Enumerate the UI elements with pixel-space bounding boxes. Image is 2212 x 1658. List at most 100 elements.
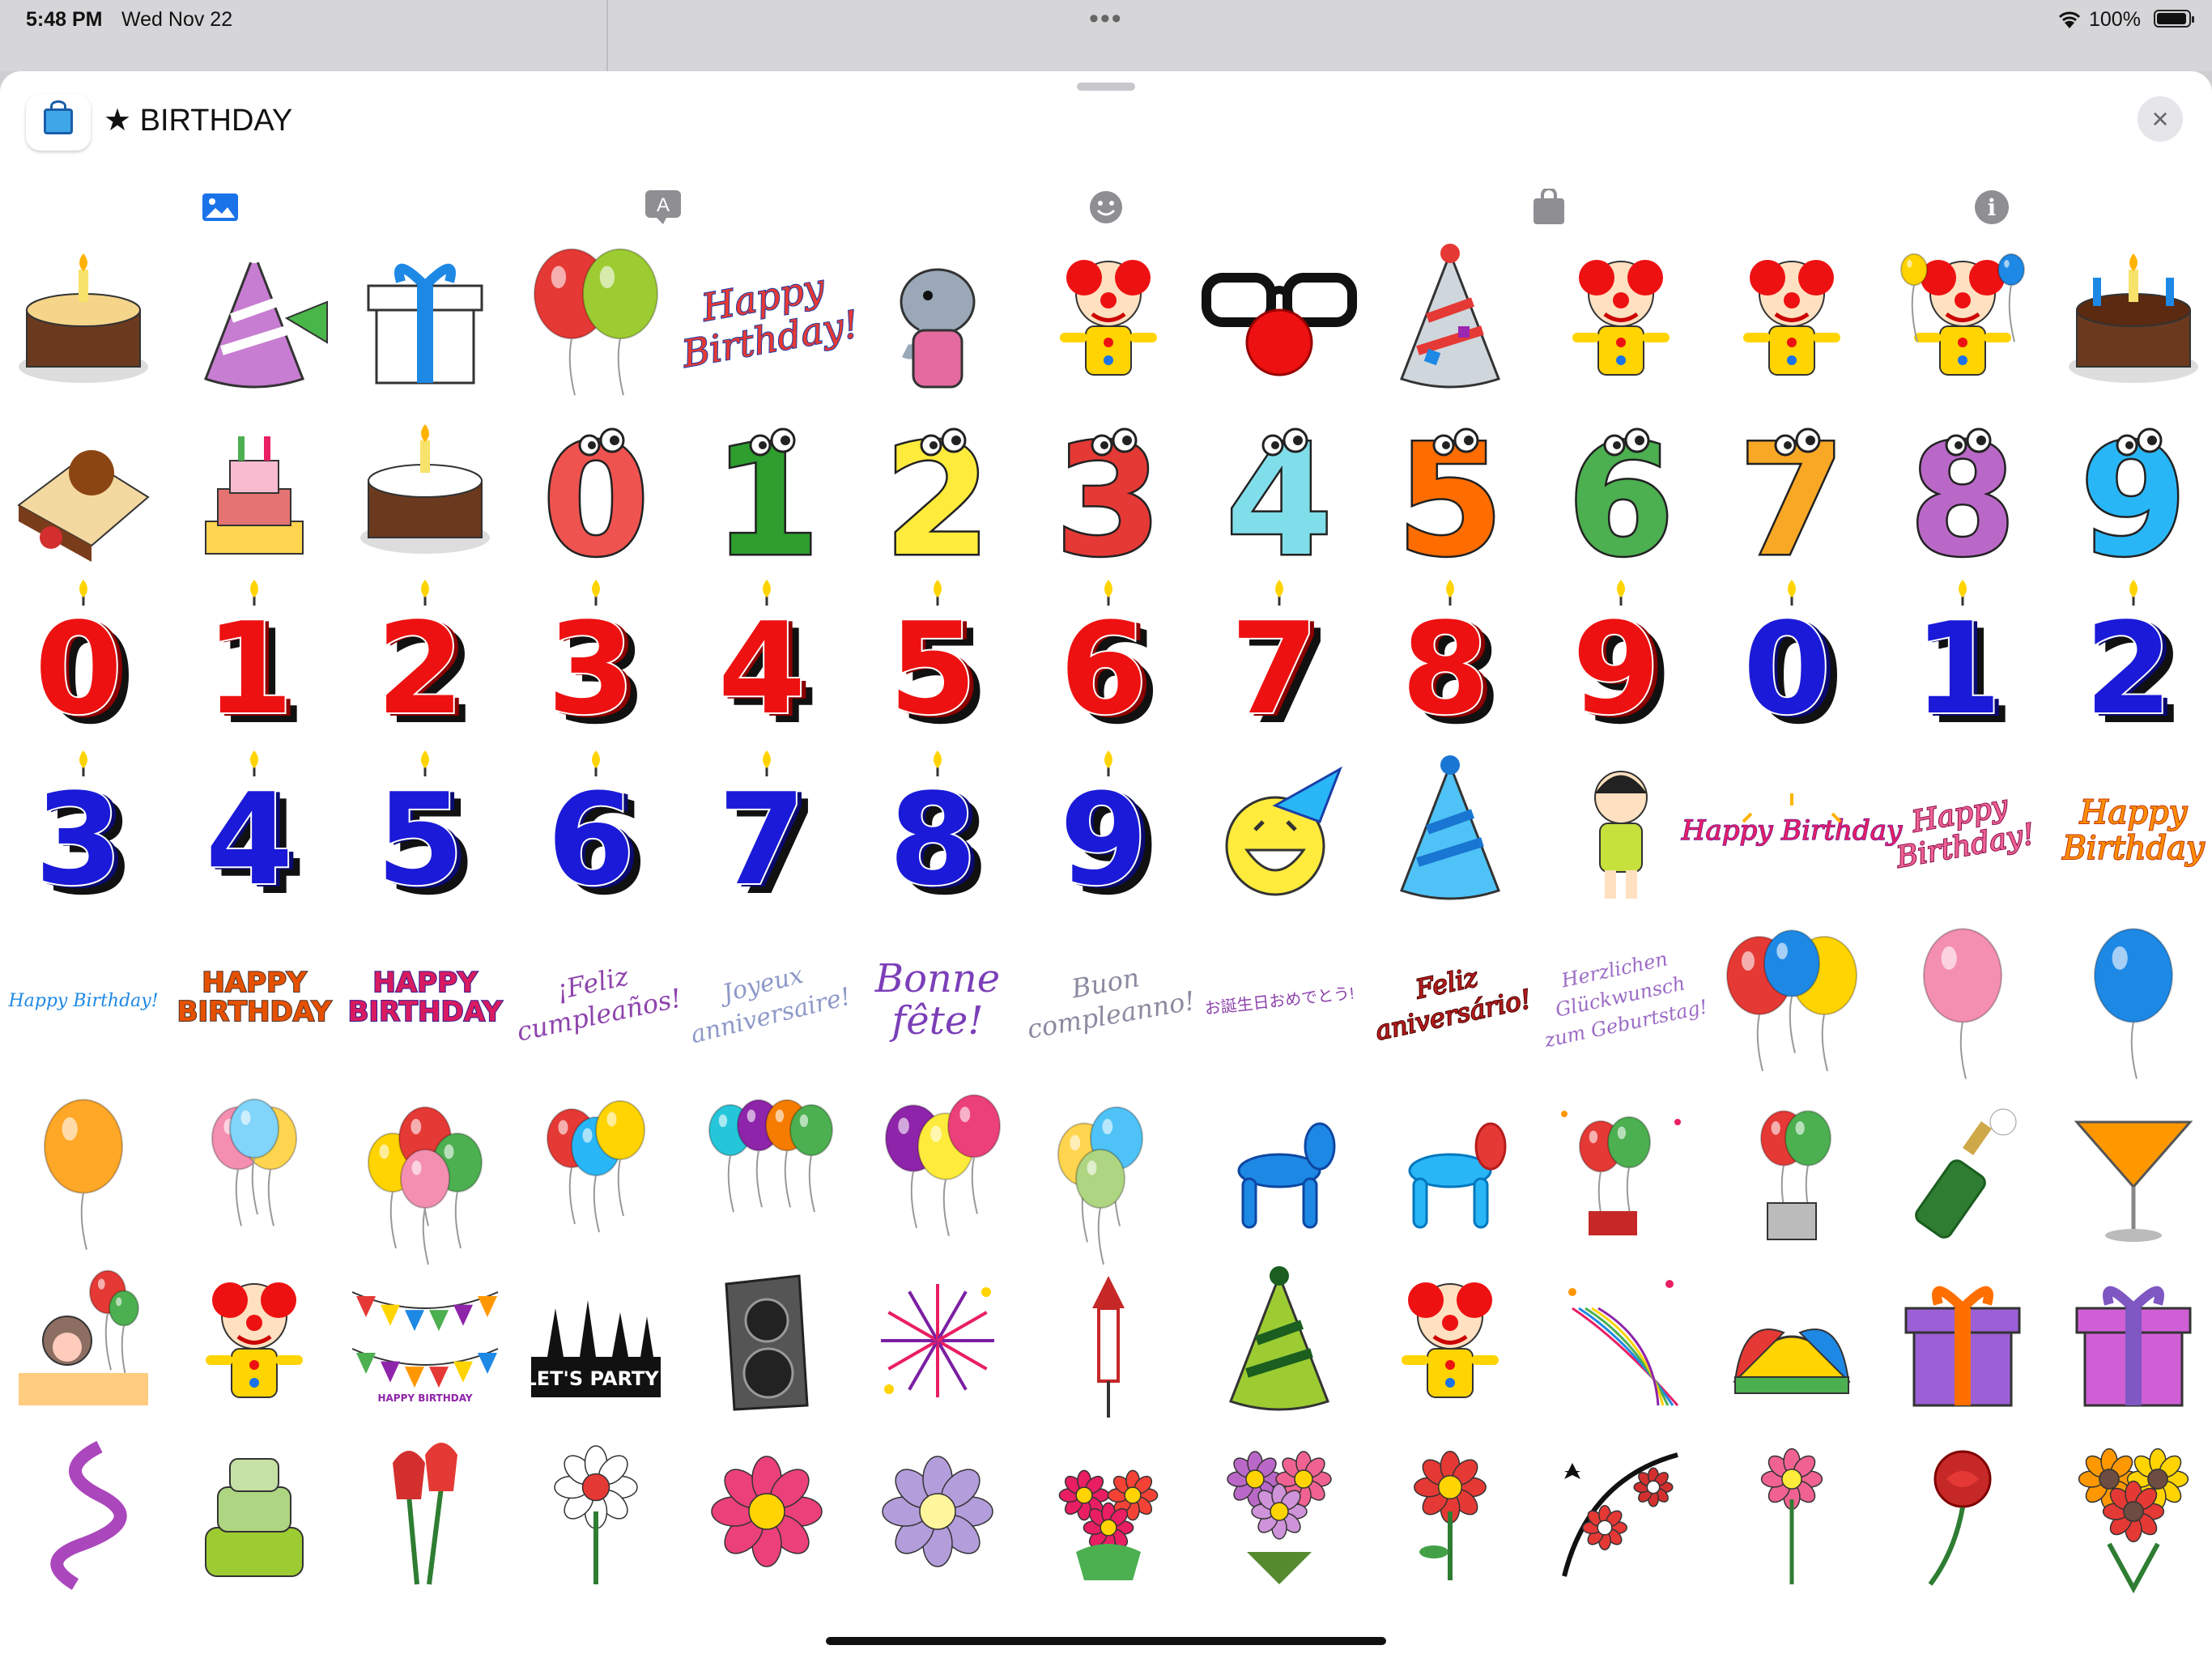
sticker-gerbera-bouquet[interactable] bbox=[2048, 1426, 2212, 1596]
sticker-monkey-balloons[interactable] bbox=[0, 1256, 168, 1426]
sticker-balloon-blue[interactable] bbox=[2048, 915, 2212, 1085]
sticker-feliz-cumpleanos[interactable]: ¡Feliz cumpleaños! bbox=[511, 915, 684, 1085]
sticker-red-tulips[interactable] bbox=[340, 1426, 510, 1596]
sticker-candle-red-0[interactable]: 000 bbox=[0, 574, 168, 753]
sticker-candle-red-7[interactable]: 777 bbox=[1194, 574, 1364, 753]
sticker-blue-party-hat[interactable] bbox=[1365, 745, 1535, 915]
tab-images[interactable] bbox=[196, 183, 245, 232]
sticker-gift-orange-ribbon[interactable] bbox=[1878, 1256, 2048, 1426]
sticker-balloon-dog-red[interactable] bbox=[1365, 1086, 1535, 1256]
sticker-lily-flower[interactable] bbox=[511, 1426, 681, 1596]
sticker-juggler[interactable] bbox=[169, 1256, 339, 1426]
sticker-balloons-pair[interactable] bbox=[511, 233, 681, 403]
tab-text[interactable]: A bbox=[639, 183, 687, 232]
sticker-buon-compleanno[interactable]: Buon compleanno! bbox=[1023, 915, 1197, 1085]
sticker-happy-birthday-text[interactable]: Happy Birthday! bbox=[678, 233, 863, 403]
sticker-gift-box[interactable] bbox=[340, 233, 510, 403]
sticker-candle-red-8[interactable]: 888 bbox=[1365, 574, 1535, 753]
sticker-cartoon-2[interactable]: 2 bbox=[853, 404, 1023, 592]
sticker-candle-blue-2[interactable]: 222 bbox=[2048, 574, 2212, 753]
sticker-cocktail-glass[interactable] bbox=[2048, 1086, 2212, 1256]
sticker-elephant[interactable] bbox=[853, 233, 1023, 403]
sticker-cartoon-4[interactable]: 4 bbox=[1194, 404, 1364, 592]
sticker-clown-jumping[interactable] bbox=[1023, 233, 1193, 403]
sticker-balloons-dotted[interactable] bbox=[1023, 1086, 1193, 1265]
sticker-balloons-purple-yellow[interactable] bbox=[853, 1086, 1023, 1256]
sticker-happy-birthday-sparkle[interactable]: Happy Birthday bbox=[1680, 745, 1904, 915]
sticker-balloons-pastel[interactable] bbox=[169, 1086, 339, 1256]
sticker-candle-blue-9[interactable]: 999 bbox=[1023, 745, 1193, 924]
sticker-candle-blue-4[interactable]: 444 bbox=[169, 745, 339, 924]
sticker-jester[interactable] bbox=[1536, 233, 1706, 403]
sticker-balloon-dog-blue[interactable] bbox=[1194, 1086, 1364, 1256]
sticker-cartoon-0[interactable]: 0 bbox=[511, 404, 681, 592]
sticker-candle-blue-0[interactable]: 000 bbox=[1707, 574, 1877, 753]
close-button[interactable]: × bbox=[2138, 96, 2183, 142]
sticker-champagne-bottle[interactable] bbox=[1878, 1086, 2048, 1256]
sticker-bonne-fete[interactable]: Bonne fête! bbox=[853, 915, 1023, 1085]
sticker-feliz-aniversario[interactable]: Feliz aniversário! bbox=[1365, 915, 1535, 1085]
sticker-purple-flower[interactable] bbox=[853, 1426, 1023, 1596]
sticker-candle-blue-3[interactable]: 333 bbox=[0, 745, 168, 924]
sticker-balloons-champagne[interactable] bbox=[1707, 1086, 1877, 1256]
sticker-balloons-bright[interactable] bbox=[511, 1086, 681, 1256]
tab-emoji[interactable] bbox=[1082, 183, 1130, 232]
sticker-cake-slice[interactable] bbox=[0, 404, 168, 574]
sticker-speaker[interactable] bbox=[682, 1256, 852, 1426]
sticker-candle-blue-8[interactable]: 888 bbox=[853, 745, 1023, 924]
sticker-floral-ornament[interactable] bbox=[1536, 1426, 1706, 1596]
sticker-candle-red-3[interactable]: 333 bbox=[511, 574, 681, 753]
sticker-funny-glasses[interactable] bbox=[1194, 233, 1364, 403]
sticker-flower-bouquet[interactable] bbox=[1194, 1426, 1364, 1596]
sticker-green-party-hat[interactable] bbox=[1194, 1256, 1364, 1426]
sticker-joyeux-anniversaire[interactable]: Joyeux anniversaire! bbox=[682, 915, 854, 1085]
sticker-candle-red-4[interactable]: 444 bbox=[682, 574, 852, 753]
sticker-smiley-party-hat[interactable] bbox=[1194, 745, 1364, 915]
sticker-candle-red-2[interactable]: 222 bbox=[340, 574, 510, 753]
sticker-firework-rocket[interactable] bbox=[1023, 1256, 1193, 1426]
sticker-cartoon-3[interactable]: 3 bbox=[1023, 404, 1193, 592]
sticker-japanese-birthday[interactable]: お誕生日おめでとう! bbox=[1194, 915, 1364, 1085]
sticker-red-flower[interactable] bbox=[1365, 1426, 1535, 1596]
sticker-confetti-streamers[interactable] bbox=[1536, 1256, 1706, 1426]
sticker-balloons-bunch[interactable] bbox=[682, 1086, 852, 1256]
sticker-happy-birthday-small[interactable]: Happy Birthday! bbox=[0, 915, 168, 1085]
home-indicator[interactable] bbox=[826, 1637, 1386, 1645]
sticker-candle-blue-1[interactable]: 111 bbox=[1878, 574, 2048, 753]
sticker-happy-birthday-colorful[interactable]: HAPPY BIRTHDAY bbox=[340, 915, 510, 1085]
sticker-gift-purple[interactable] bbox=[2048, 1256, 2212, 1426]
sticker-cake-tiers[interactable] bbox=[169, 404, 339, 574]
sticker-cartoon-6[interactable]: 6 bbox=[1536, 404, 1706, 592]
tab-store[interactable] bbox=[1525, 183, 1573, 232]
multitasking-dots-icon[interactable]: ••• bbox=[1089, 3, 1123, 35]
sticker-cartoon-8[interactable]: 8 bbox=[1878, 404, 2048, 592]
sticker-girl-confetti[interactable] bbox=[1536, 745, 1706, 915]
sticker-balloon-orange[interactable] bbox=[0, 1086, 168, 1256]
sticker-bunting-banner[interactable]: HAPPY BIRTHDAY bbox=[340, 1256, 510, 1426]
sticker-cartoon-7[interactable]: 7 bbox=[1707, 404, 1877, 592]
sticker-cartoon-1[interactable]: 1 bbox=[682, 404, 852, 592]
sticker-cake-candle[interactable] bbox=[0, 233, 168, 403]
sticker-red-rose[interactable] bbox=[1878, 1426, 2048, 1596]
sticker-party-hat[interactable] bbox=[1365, 233, 1535, 403]
sticker-birthday-cake-candles[interactable] bbox=[2048, 233, 2212, 403]
sticker-balloon-pink[interactable] bbox=[1878, 915, 2048, 1085]
sticker-candle-blue-6[interactable]: 666 bbox=[511, 745, 681, 924]
sticker-clown-balloons[interactable] bbox=[1878, 233, 2048, 403]
sticker-party-horn[interactable] bbox=[169, 233, 339, 403]
sticker-candle-red-6[interactable]: 666 bbox=[1023, 574, 1193, 753]
sticker-balloons-fireworks[interactable] bbox=[1536, 1086, 1706, 1256]
sticker-jester-hat[interactable] bbox=[1707, 1256, 1877, 1426]
sticker-candle-red-5[interactable]: 555 bbox=[853, 574, 1023, 753]
tab-info[interactable]: i bbox=[1967, 183, 2016, 232]
sticker-candle-blue-7[interactable]: 777 bbox=[682, 745, 852, 924]
sticker-herzlichen-glueckwunsch[interactable]: Herzlichen Glückwunsch zum Geburtstag! bbox=[1536, 915, 1709, 1085]
sticker-happy-birthday-orange[interactable]: Happy Birthday bbox=[2048, 745, 2212, 915]
sticker-balloons-cluster[interactable] bbox=[340, 1086, 510, 1265]
sticker-lets-party-sign[interactable]: LET'S PARTY! bbox=[511, 1256, 681, 1426]
sticker-green-cake[interactable] bbox=[169, 1426, 339, 1596]
sticker-streamer-ribbon[interactable] bbox=[0, 1426, 168, 1596]
sticker-cake-small[interactable] bbox=[340, 404, 510, 574]
sheet-grabber[interactable] bbox=[1077, 83, 1135, 91]
sticker-happy-birthday-block[interactable]: HAPPY BIRTHDAY bbox=[169, 915, 339, 1085]
